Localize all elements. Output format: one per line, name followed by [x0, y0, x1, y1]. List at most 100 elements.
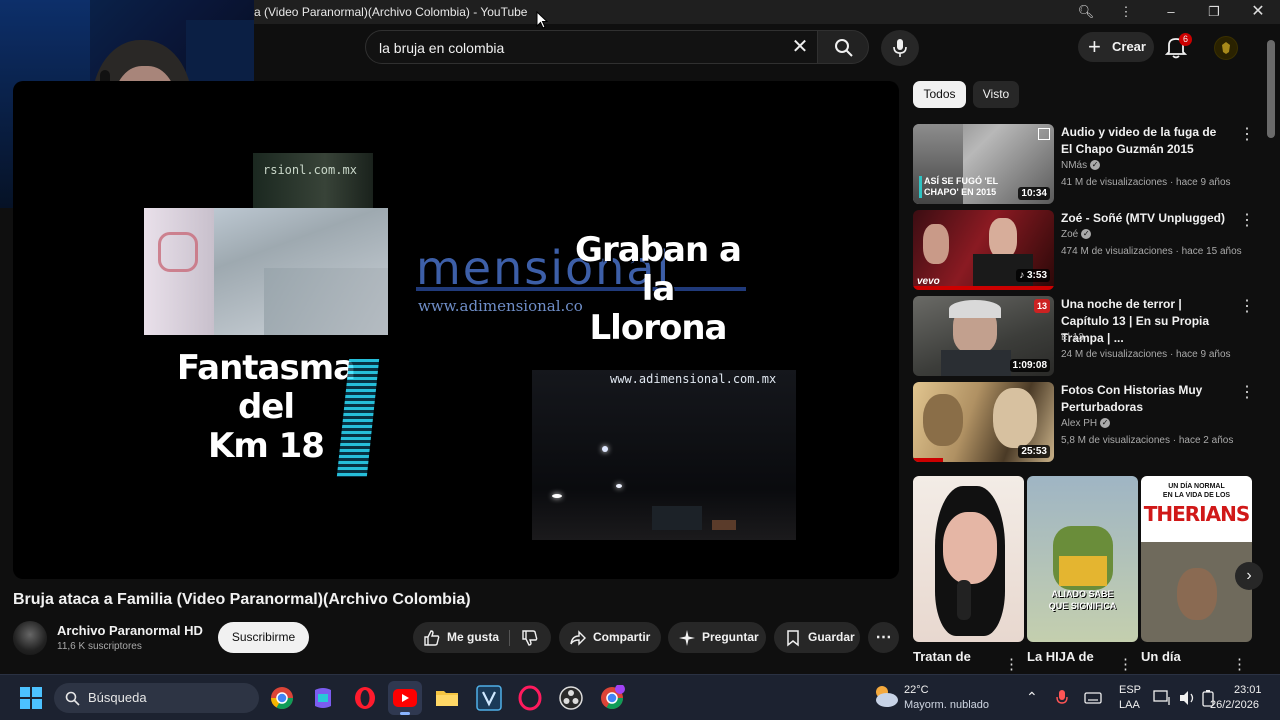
recommendation-channel[interactable]: NMás — [1061, 160, 1087, 171]
ask-label: Preguntar — [702, 630, 759, 644]
recommendation-thumbnail[interactable]: 13 1:09:08 — [913, 296, 1054, 376]
zoom-icon[interactable]: 🔍︎ — [1076, 3, 1096, 21]
mouse-cursor-icon — [536, 11, 548, 29]
recommendation-title[interactable]: Zoé - Soñé (MTV Unplugged) — [1061, 210, 1231, 227]
recommendation-item[interactable]: vevo ♪ 3:53 Zoé - Soñé (MTV Unplugged) Z… — [913, 210, 1263, 290]
recommendation-meta: 41 M de visualizaciones · hace 9 años — [1061, 177, 1231, 188]
dislike-button[interactable] — [511, 622, 551, 653]
thumbs-down-icon — [522, 630, 538, 646]
recommendation-menu-icon[interactable]: ⋮ — [1239, 384, 1255, 402]
page-scrollbar[interactable] — [1267, 40, 1275, 138]
recommendation-channel[interactable]: Zoé — [1061, 229, 1078, 240]
recommendation-title[interactable]: Audio y video de la fuga de El Chapo Guz… — [1061, 124, 1231, 158]
recommendation-channel[interactable]: El 13 — [1061, 332, 1084, 343]
video-duration: ♪ 3:53 — [1016, 269, 1050, 282]
short-title[interactable]: Tratan de — [913, 649, 971, 664]
taskbar-search[interactable]: Búsqueda — [54, 683, 259, 713]
recommendation-item[interactable]: 13 1:09:08 Una noche de terror | Capítul… — [913, 296, 1263, 376]
recommendation-channel[interactable]: Alex PH — [1061, 418, 1097, 429]
tray-expand-icon[interactable]: ⌃ — [1026, 689, 1038, 706]
recommendation-menu-icon[interactable]: ⋮ — [1239, 212, 1255, 230]
voice-search-button[interactable] — [881, 30, 919, 66]
weather-temp: 22°C — [904, 684, 929, 696]
chevron-right-icon: › — [1246, 567, 1252, 584]
recommendation-menu-icon[interactable]: ⋮ — [1239, 126, 1255, 144]
short-caption-big: THERIANS — [1143, 502, 1251, 526]
network-icon[interactable] — [1153, 689, 1173, 707]
short-menu-icon[interactable]: ⋮ — [1232, 655, 1247, 673]
chip-visto[interactable]: Visto — [973, 81, 1019, 108]
subscribe-button[interactable]: Suscribirme — [218, 622, 309, 653]
clock-date[interactable]: 26/2/2026 — [1210, 699, 1259, 711]
recommendation-menu-icon[interactable]: ⋮ — [1239, 298, 1255, 316]
vegas-editor-icon[interactable] — [476, 685, 502, 711]
short-thumbnail[interactable] — [913, 476, 1024, 642]
language-code[interactable]: ESP — [1119, 684, 1141, 696]
account-avatar[interactable] — [1214, 36, 1238, 60]
recommendation-meta: 474 M de visualizaciones · hace 15 años — [1061, 246, 1242, 257]
recommendation-thumbnail[interactable]: ASÍ SE FUGÓ 'EL CHAPO' EN 2015 10:34 — [913, 124, 1054, 204]
chrome-icon[interactable] — [269, 685, 295, 711]
weather-cloud-icon[interactable] — [872, 683, 900, 709]
copilot-icon[interactable] — [310, 685, 336, 711]
short-thumbnail[interactable]: UN DÍA NORMAL EN LA VIDA DE LOS THERIANS — [1141, 476, 1252, 642]
chrome-profile-icon[interactable] — [599, 685, 625, 711]
clip-thumbnail-night: www.adimensional.com.mx — [532, 370, 796, 540]
share-button[interactable]: Compartir — [559, 622, 661, 653]
notifications-button[interactable]: 6 — [1164, 33, 1192, 61]
search-box[interactable]: la bruja en colombia ✕ — [365, 30, 818, 64]
recommendation-title[interactable]: Una noche de terror | Capítulo 13 | En s… — [1061, 296, 1231, 347]
channel-13-logo: 13 — [1034, 299, 1050, 313]
volume-icon[interactable] — [1178, 689, 1196, 707]
recommendation-item[interactable]: 25:53 Fotos Con Historias Muy Perturbado… — [913, 382, 1263, 462]
search-button[interactable] — [817, 30, 869, 64]
microphone-tray-icon[interactable] — [1056, 689, 1068, 707]
recommendation-thumbnail[interactable]: 25:53 — [913, 382, 1054, 462]
minimize-button[interactable]: – — [1161, 3, 1181, 21]
subscriber-count: 11,6 K suscriptores — [57, 641, 142, 652]
shorts-next-button[interactable]: › — [1235, 562, 1263, 590]
short-menu-icon[interactable]: ⋮ — [1118, 655, 1133, 673]
recommendation-title[interactable]: Fotos Con Historias Muy Perturbadoras — [1061, 382, 1231, 416]
youtube-taskbar-app[interactable] — [388, 681, 422, 715]
browser-menu-icon[interactable]: ⋮ — [1116, 3, 1136, 21]
short-title[interactable]: La HIJA de — [1027, 649, 1094, 664]
clip-thumbnail-left — [144, 208, 388, 335]
like-button[interactable]: Me gusta — [413, 622, 508, 653]
watch-later-icon[interactable] — [1038, 128, 1050, 140]
video-player[interactable]: rsionl.com.mx Fantasma del Km 18 mension… — [13, 81, 899, 579]
short-title[interactable]: Un día — [1141, 649, 1181, 664]
keyboard-layout[interactable]: LAA — [1119, 699, 1140, 711]
more-actions-button[interactable]: ⋯ — [868, 622, 899, 653]
verified-icon: ✓ — [1100, 418, 1111, 429]
search-input[interactable]: la bruja en colombia — [379, 40, 504, 56]
channel-name[interactable]: Archivo Paranormal HD — [57, 623, 203, 638]
clear-search-icon[interactable]: ✕ — [789, 36, 811, 58]
watermark-top: rsionl.com.mx — [263, 163, 357, 177]
create-button[interactable]: + Crear — [1078, 32, 1154, 62]
share-arrow-icon — [570, 630, 586, 646]
thumbs-up-icon — [424, 630, 440, 646]
opera-gx-icon[interactable] — [517, 685, 543, 711]
restore-button[interactable]: ❐ — [1204, 3, 1224, 21]
save-button[interactable]: Guardar — [774, 622, 860, 653]
bookmark-icon — [787, 630, 799, 647]
short-thumbnail[interactable]: ALIADO SABE QUE SIGNIFICA — [1027, 476, 1138, 642]
recommendation-item[interactable]: ASÍ SE FUGÓ 'EL CHAPO' EN 2015 10:34 Aud… — [913, 124, 1263, 204]
chip-todos[interactable]: Todos — [913, 81, 966, 108]
channel-avatar[interactable] — [13, 621, 47, 655]
video-duration: 1:09:08 — [1009, 359, 1050, 372]
keyboard-icon[interactable] — [1084, 690, 1102, 706]
file-explorer-icon[interactable] — [434, 685, 460, 711]
obs-studio-icon[interactable] — [558, 685, 584, 711]
recommendation-thumbnail[interactable]: vevo ♪ 3:53 — [913, 210, 1054, 290]
short-menu-icon[interactable]: ⋮ — [1004, 655, 1019, 673]
clock-time[interactable]: 23:01 — [1234, 684, 1262, 696]
search-icon — [835, 39, 853, 57]
youtube-icon — [393, 689, 417, 707]
opera-icon[interactable] — [352, 685, 378, 711]
ask-button[interactable]: Preguntar — [668, 622, 766, 653]
windows-start-icon[interactable] — [20, 687, 42, 709]
close-window-button[interactable]: ✕ — [1248, 3, 1268, 21]
verified-icon: ✓ — [1081, 229, 1092, 240]
